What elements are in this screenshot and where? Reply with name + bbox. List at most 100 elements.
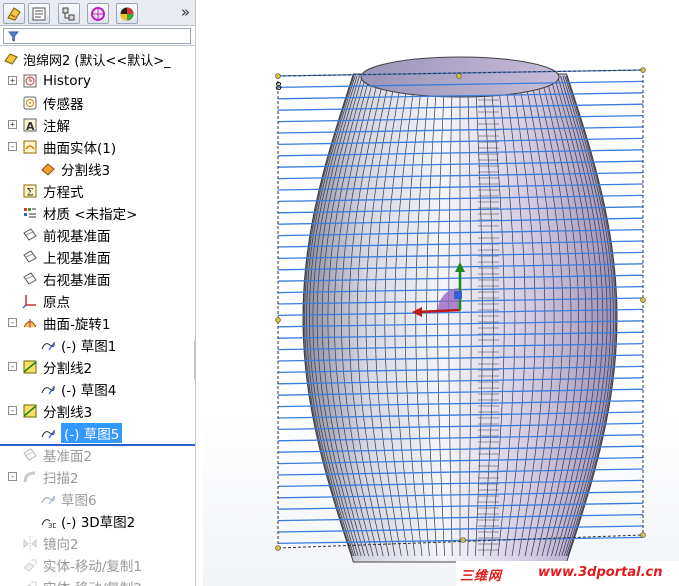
- plane-handle: [640, 532, 646, 538]
- tree-item-label: 曲面实体(1): [43, 141, 117, 157]
- feature-manager-tab[interactable]: [3, 3, 25, 24]
- watermark-url: www.3dportal.cn: [538, 565, 663, 580]
- tree-item-label: 曲面-旋转1: [43, 317, 111, 333]
- sensor-icon: [22, 95, 38, 111]
- expand-toggle[interactable]: -: [8, 142, 17, 151]
- tree-item-label: 前视基准面: [43, 229, 111, 245]
- tree-item[interactable]: 分割线3: [0, 158, 195, 180]
- plane-icon: [22, 249, 38, 265]
- tree-item[interactable]: 实体-移动/复制1: [0, 554, 195, 576]
- tree-item[interactable]: 前视基准面: [0, 224, 195, 246]
- configuration-manager-icon: [62, 7, 75, 20]
- graphics-viewport[interactable]: 8: [203, 0, 679, 586]
- panel-splitter[interactable]: ◂ ◂: [194, 340, 196, 380]
- sweep-icon: [22, 469, 38, 485]
- tree-item-label: 分割线3: [43, 405, 93, 421]
- sketch-icon: [40, 491, 56, 507]
- expand-toggle[interactable]: -: [8, 362, 17, 371]
- expand-toggle[interactable]: +: [8, 120, 17, 129]
- tree-item-label: 方程式: [43, 185, 84, 201]
- tree-item-label: 扫描2: [43, 471, 79, 487]
- tree-item[interactable]: 材质 <未指定>: [0, 202, 195, 224]
- sketch-icon: [40, 425, 56, 441]
- tree-item-label: 分割线2: [43, 361, 93, 377]
- plane-handle: [275, 545, 281, 551]
- dimxpert-tab[interactable]: [87, 3, 109, 24]
- mirror-icon: [22, 535, 38, 551]
- rollback-bar[interactable]: [0, 444, 195, 446]
- collapse-arrow-icon: ◂: [195, 341, 196, 353]
- model-scene: 8: [275, 56, 646, 563]
- tree-item-label: 传感器: [43, 97, 84, 113]
- tree-item[interactable]: 上视基准面: [0, 246, 195, 268]
- tree-item[interactable]: - 曲面-旋转1: [0, 312, 195, 334]
- tree-root-label: 泡绵网2 (默认<<默认>_: [23, 53, 171, 69]
- tree-item[interactable]: 基准面2: [0, 444, 195, 466]
- tree-item[interactable]: (-) 草图4: [0, 378, 195, 400]
- revolve-surface-icon: [22, 315, 38, 331]
- tree-item-label: (-) 草图1: [61, 339, 117, 355]
- filter-icon: [8, 31, 19, 42]
- tree-item-label: History: [43, 73, 92, 89]
- expand-toggle[interactable]: -: [8, 318, 17, 327]
- split-line-body-icon: [40, 161, 56, 177]
- tree-filter-input[interactable]: [3, 28, 191, 44]
- display-manager-icon: [120, 7, 134, 20]
- plane-handle: [460, 537, 466, 543]
- watermark-cn: 三维网: [460, 569, 503, 584]
- plane-handle: [275, 317, 281, 323]
- expand-toggle[interactable]: -: [8, 406, 17, 415]
- surface-bodies-icon: [22, 139, 38, 155]
- tree-item[interactable]: 3D (-) 3D草图2: [0, 510, 195, 532]
- plane-icon: [22, 447, 38, 463]
- tree-item[interactable]: - 曲面实体(1): [0, 136, 195, 158]
- tree-item[interactable]: - 分割线2: [0, 356, 195, 378]
- tree-item-label: 右视基准面: [43, 273, 111, 289]
- tree-item-label: 镜向2: [43, 537, 79, 553]
- tree-item[interactable]: + History: [0, 70, 195, 92]
- svg-text:A: A: [26, 120, 35, 133]
- plane-corner-label: 8: [275, 80, 282, 93]
- origin-icon: [22, 293, 38, 309]
- move-copy-icon: [22, 557, 38, 573]
- tree-item[interactable]: 右视基准面: [0, 268, 195, 290]
- tree-item[interactable]: 实体-移动/复制2: [0, 576, 195, 586]
- move-copy-icon: [22, 579, 38, 586]
- history-icon: [22, 73, 38, 89]
- tree-item[interactable]: Σ 方程式: [0, 180, 195, 202]
- part-icon: [3, 51, 19, 67]
- sketch-3d-icon: 3D: [40, 513, 56, 529]
- expand-toggle[interactable]: +: [8, 76, 17, 85]
- display-manager-tab[interactable]: [116, 3, 138, 24]
- property-manager-tab[interactable]: [28, 3, 50, 24]
- tree-item-label: 草图6: [61, 493, 97, 509]
- split-line-icon: [22, 359, 38, 375]
- tree-item[interactable]: - 分割线3: [0, 400, 195, 422]
- plane-icon: [22, 227, 38, 243]
- dimxpert-icon: [91, 6, 105, 21]
- tree-item-label: (-) 草图4: [61, 383, 117, 399]
- annotation-icon: A: [22, 117, 38, 133]
- tree-item-label: 实体-移动/复制2: [43, 577, 142, 586]
- tree-item[interactable]: 传感器: [0, 92, 195, 114]
- svg-text:Σ: Σ: [27, 188, 34, 199]
- tree-item[interactable]: (-) 草图1: [0, 334, 195, 356]
- tree-item-label: 上视基准面: [43, 251, 111, 267]
- tree-item[interactable]: - 扫描2: [0, 466, 195, 488]
- feature-manager-panel: » 泡绵网2 (默认<<默认>_ + History 传感器 + A 注解 - 曲面实体(1)…: [0, 0, 196, 586]
- tree-item-label: 材质 <未指定>: [43, 207, 138, 223]
- tree-item[interactable]: + A 注解: [0, 114, 195, 136]
- tree-item[interactable]: 镜向2: [0, 532, 195, 554]
- tree-root[interactable]: 泡绵网2 (默认<<默认>_: [0, 48, 195, 70]
- plane-icon: [22, 271, 38, 287]
- tree-item[interactable]: 草图6: [0, 488, 195, 510]
- expand-toggle[interactable]: -: [8, 472, 17, 481]
- tree-item[interactable]: (-) 草图5: [0, 422, 195, 444]
- tree-item-label: (-) 3D草图2: [61, 515, 136, 531]
- configuration-manager-tab[interactable]: [58, 3, 80, 24]
- more-tabs-button[interactable]: »: [181, 3, 190, 21]
- sketch-icon: [40, 337, 56, 353]
- property-manager-icon: [32, 7, 46, 20]
- tree-item-label: 基准面2: [43, 449, 93, 465]
- tree-item[interactable]: 原点: [0, 290, 195, 312]
